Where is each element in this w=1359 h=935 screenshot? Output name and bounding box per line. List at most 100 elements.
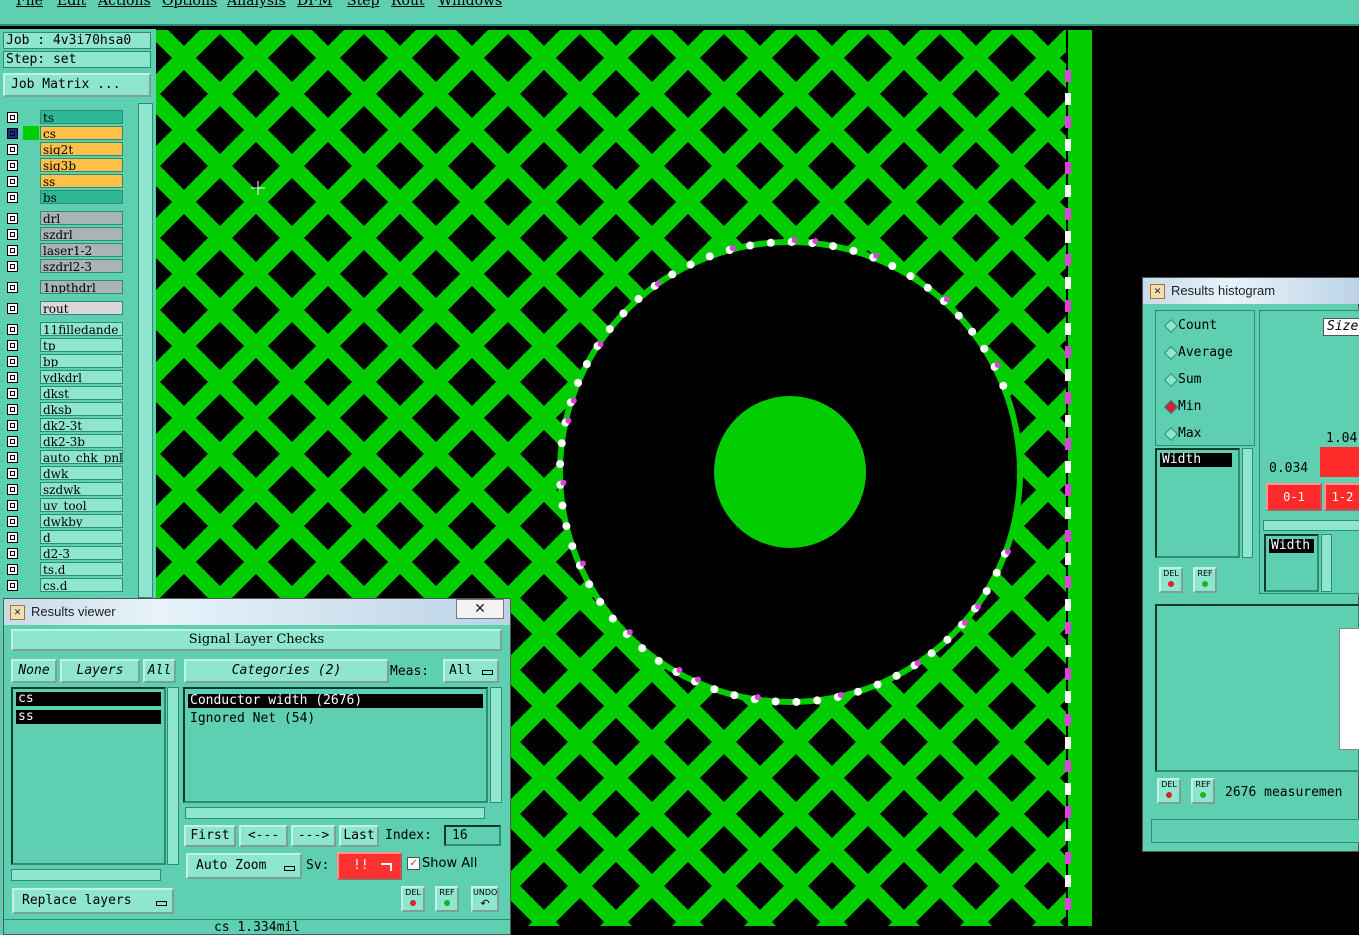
layer-row[interactable]: ss <box>5 174 123 189</box>
layer-checkbox[interactable] <box>7 484 18 495</box>
layer-row[interactable]: sig2t <box>5 142 123 157</box>
job-matrix-button[interactable]: Job Matrix ... <box>3 73 151 97</box>
radio-min[interactable]: Min <box>1163 399 1201 415</box>
bin-button[interactable]: 1-2 <box>1324 483 1359 511</box>
histogram-measure-list[interactable]: Width <box>1155 448 1240 558</box>
layer-name[interactable]: ydkdrl <box>40 370 123 384</box>
layer-row[interactable]: 1npthdrl <box>5 280 123 295</box>
layer-checkbox[interactable] <box>7 128 18 139</box>
layer-row[interactable]: rout <box>5 301 123 316</box>
layer-name[interactable]: ss <box>40 174 123 188</box>
replace-layers-dropdown[interactable]: Replace layers <box>12 888 174 914</box>
refresh-button[interactable]: REF <box>435 886 459 912</box>
layer-row[interactable]: szdrl <box>5 227 123 242</box>
list-item[interactable]: Width <box>1269 539 1314 553</box>
layer-row[interactable]: dk2-3b <box>5 434 123 449</box>
signal-layer-checks-header[interactable]: Signal Layer Checks <box>11 629 502 651</box>
layer-row[interactable]: cs.d <box>5 578 123 593</box>
layer-checkbox[interactable] <box>7 213 18 224</box>
layer-name[interactable]: uv_tool <box>40 498 123 512</box>
layer-row[interactable]: d <box>5 530 123 545</box>
list-item[interactable]: Width <box>1160 453 1232 467</box>
categories-list[interactable]: Conductor width (2676) Ignored Net (54) <box>183 687 488 803</box>
layer-row[interactable]: dksb <box>5 402 123 417</box>
layer-checkbox[interactable] <box>7 548 18 559</box>
layer-checkbox[interactable] <box>7 500 18 511</box>
layer-row[interactable]: dwk <box>5 466 123 481</box>
categories-scrollbar[interactable] <box>490 687 502 803</box>
field-list-scrollbar[interactable] <box>1321 534 1332 592</box>
layer-checkbox[interactable] <box>7 229 18 240</box>
layer-name[interactable]: szdwk <box>40 482 123 496</box>
menu-options[interactable]: Options <box>162 0 217 9</box>
bin-button[interactable]: 0-1 <box>1266 483 1322 511</box>
layer-name[interactable]: laser1-2 <box>40 243 123 257</box>
layer-checkbox[interactable] <box>7 160 18 171</box>
layer-name[interactable]: dkst <box>40 386 123 400</box>
layer-checkbox[interactable] <box>7 404 18 415</box>
layer-checkbox[interactable] <box>7 261 18 272</box>
layer-row[interactable]: ts.d <box>5 562 123 577</box>
all-button[interactable]: All <box>143 659 176 683</box>
list-item[interactable]: Ignored Net (54) <box>188 712 483 726</box>
layer-name[interactable]: sig3b <box>40 158 123 172</box>
radio-average[interactable]: Average <box>1163 345 1233 361</box>
layer-checkbox[interactable] <box>7 436 18 447</box>
list-item[interactable]: ss <box>16 710 161 724</box>
delete-button[interactable]: DEL <box>401 886 425 912</box>
histogram-field-list[interactable]: Width <box>1264 534 1319 592</box>
refresh-button[interactable]: REF <box>1191 778 1215 804</box>
histogram-hscrollbar[interactable] <box>1263 520 1359 531</box>
index-field[interactable]: 16 <box>444 825 501 846</box>
layer-row[interactable]: ts <box>5 110 123 125</box>
layer-results-scrollbar[interactable] <box>167 687 179 865</box>
layer-row[interactable]: d2-3 <box>5 546 123 561</box>
layer-row[interactable]: bs <box>5 190 123 205</box>
menu-edit[interactable]: Edit <box>57 0 86 9</box>
layer-checkbox[interactable] <box>7 420 18 431</box>
radio-max[interactable]: Max <box>1163 426 1201 442</box>
histogram-list-scrollbar[interactable] <box>1242 448 1253 558</box>
layer-checkbox[interactable] <box>7 452 18 463</box>
categories-hscrollbar[interactable] <box>185 807 485 819</box>
layer-row[interactable]: uv_tool <box>5 498 123 513</box>
layer-name[interactable]: bs <box>40 190 123 204</box>
layer-checkbox[interactable] <box>7 388 18 399</box>
layer-name[interactable]: dksb <box>40 402 123 416</box>
layers-button[interactable]: Layers <box>60 659 140 683</box>
show-all-checkbox[interactable]: ✓ <box>407 857 420 870</box>
layer-row[interactable]: dk2-3t <box>5 418 123 433</box>
results-viewer-titlebar[interactable]: ✕ Results viewer ✕ <box>4 599 510 625</box>
layer-row[interactable]: auto_chk_pnl <box>5 450 123 465</box>
layer-checkbox[interactable] <box>7 564 18 575</box>
layer-row[interactable]: szdwk <box>5 482 123 497</box>
layer-checkbox[interactable] <box>7 324 18 335</box>
layer-name[interactable]: szdrl2-3 <box>40 259 123 273</box>
close-icon[interactable]: ✕ <box>456 599 504 619</box>
menu-windows[interactable]: Windows <box>438 0 502 9</box>
list-item[interactable]: cs <box>16 692 161 706</box>
layer-name[interactable]: d2-3 <box>40 546 123 560</box>
refresh-button[interactable]: REF <box>1193 567 1217 593</box>
menu-file[interactable]: File <box>16 0 43 9</box>
undo-button[interactable]: UNDO ↶ <box>471 886 499 912</box>
layer-row[interactable]: ydkdrl <box>5 370 123 385</box>
menu-dfm[interactable]: DFM <box>297 0 332 9</box>
layer-name[interactable]: 11filledande <box>40 322 123 336</box>
auto-zoom-dropdown[interactable]: Auto Zoom <box>186 853 302 879</box>
menu-actions[interactable]: Actions <box>98 0 151 9</box>
layer-row[interactable]: tp <box>5 338 123 353</box>
menu-rout[interactable]: Rout <box>391 0 425 9</box>
histogram-titlebar[interactable]: ✕ Results histogram <box>1143 278 1359 304</box>
layer-row[interactable]: cs <box>5 126 123 141</box>
layer-name[interactable]: rout <box>40 301 123 315</box>
layer-name[interactable]: dwkby <box>40 514 123 528</box>
layer-name[interactable]: ts.d <box>40 562 123 576</box>
layer-checkbox[interactable] <box>7 112 18 123</box>
last-button[interactable]: Last <box>339 825 379 847</box>
radio-count[interactable]: Count <box>1163 318 1217 334</box>
layer-name[interactable]: cs <box>40 126 123 140</box>
layer-list-scrollbar[interactable] <box>138 103 153 598</box>
layer-name[interactable]: 1npthdrl <box>40 280 123 294</box>
layer-checkbox[interactable] <box>7 516 18 527</box>
